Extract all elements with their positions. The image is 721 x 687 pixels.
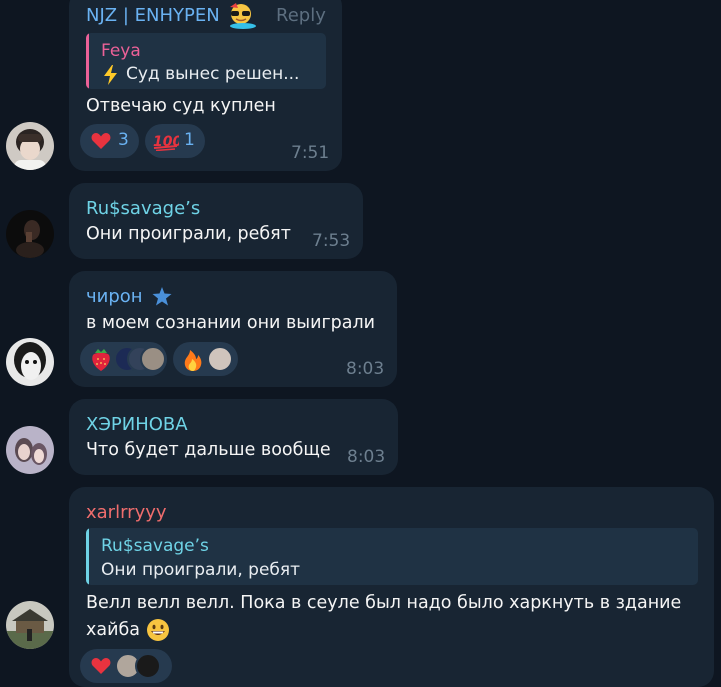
message-bubble[interactable]: Ru$savage’s Они проиграли, ребят 7:53 (69, 183, 363, 259)
message-time: 7:53 (312, 231, 351, 251)
reply-quote[interactable]: Feya Суд вынес решен... (86, 33, 326, 89)
quote-text: Суд вынес решен... (126, 64, 300, 84)
avatar-photo-icon (6, 338, 54, 386)
heart-icon (91, 132, 111, 154)
message-text-line-2: хайба (86, 620, 140, 640)
quote-text: Они проиграли, ребят (101, 560, 301, 580)
sender-name[interactable]: чирон (86, 286, 143, 307)
reaction-fire[interactable] (173, 342, 238, 376)
strawberry-icon (90, 348, 112, 376)
reactor-avatar (207, 346, 233, 372)
message-text-line-1: Велл велл велл. Пока в сеуле был надо бы… (86, 593, 682, 613)
reaction-heart[interactable]: 3 (80, 124, 139, 158)
hundred-points-icon: 100 (153, 131, 182, 155)
message-bubble[interactable]: ХЭРИНОВА Что будет дальше вообще 8:03 (69, 399, 398, 475)
star-icon (152, 287, 172, 310)
avatar-xarlrryyy[interactable] (6, 601, 54, 649)
sender-name[interactable]: ХЭРИНОВА (86, 414, 188, 435)
quote-accent-bar (86, 33, 89, 89)
reactor-avatar (140, 346, 166, 372)
reaction-count: 1 (184, 130, 195, 150)
avatar-herinova[interactable] (6, 426, 54, 474)
quote-author: Feya (101, 41, 141, 61)
avatar-photo-icon (6, 210, 54, 258)
message-text: Они проиграли, ребят (86, 224, 291, 244)
reactor-avatar (135, 653, 161, 679)
sunglasses-emoji-icon (228, 3, 258, 33)
message-text: в моем сознании они выиграли (86, 313, 376, 333)
avatar-njz-enhypen[interactable] (6, 122, 54, 170)
avatar-photo-icon (6, 426, 54, 474)
quote-accent-bar (86, 528, 89, 585)
message-text: Отвечаю суд куплен (86, 96, 276, 116)
message-text: Что будет дальше вообще (86, 440, 331, 460)
message-time: 8:03 (347, 447, 386, 467)
avatar-russavage[interactable] (6, 210, 54, 258)
message-bubble[interactable]: NJZ | ENHYPEN Reply Feya Суд вынес решен… (69, 0, 342, 171)
lightning-icon (102, 65, 120, 89)
message-bubble[interactable]: чирон в моем сознании они выиграли 8:03 (69, 271, 397, 387)
chat-messages-list[interactable]: NJZ | ENHYPEN Reply Feya Суд вынес решен… (0, 0, 721, 687)
sender-name[interactable]: Ru$savage’s (86, 198, 200, 219)
reply-link[interactable]: Reply (276, 5, 326, 26)
grinning-face-icon (146, 618, 170, 646)
sender-name[interactable]: xarlrryyy (86, 502, 167, 523)
reaction-hundred[interactable]: 100 1 (145, 124, 205, 158)
message-time: 8:03 (346, 359, 385, 379)
message-time: 7:51 (291, 143, 330, 163)
message-bubble[interactable]: xarlrryyy Ru$savage’s Они проиграли, реб… (69, 487, 714, 687)
avatar-chiron[interactable] (6, 338, 54, 386)
quote-author: Ru$savage’s (101, 536, 209, 556)
reaction-heart[interactable] (80, 649, 172, 683)
avatar-photo-icon (6, 601, 54, 649)
avatar-photo-icon (6, 122, 54, 170)
sender-name[interactable]: NJZ | ENHYPEN (86, 5, 220, 26)
heart-icon (91, 657, 111, 679)
reaction-strawberry[interactable] (80, 342, 167, 376)
fire-icon (183, 348, 203, 376)
reply-quote[interactable]: Ru$savage’s Они проиграли, ребят (86, 528, 698, 585)
reaction-count: 3 (118, 130, 129, 150)
